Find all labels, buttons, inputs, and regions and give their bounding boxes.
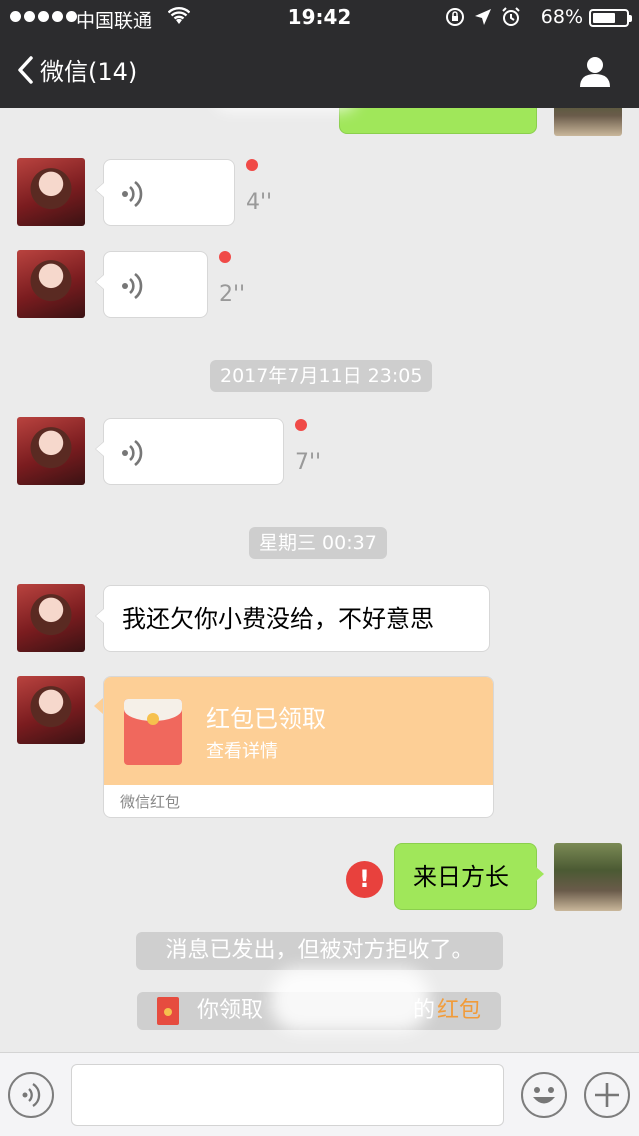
input-bar — [0, 1052, 639, 1136]
top-bar: 中国联通 19:42 68% 微信(14) — [0, 0, 639, 108]
blur-overlay — [215, 108, 355, 110]
unread-dot — [219, 251, 231, 263]
text-message[interactable]: 我还欠你小费没给，不好意思 — [95, 585, 490, 652]
location-icon — [475, 9, 491, 25]
message-text: 来日方长 — [413, 863, 509, 891]
status-bar: 中国联通 19:42 68% — [0, 0, 639, 34]
voice-wave-icon — [22, 1083, 41, 1107]
unread-dot — [246, 159, 258, 171]
voice-wave-icon — [122, 272, 143, 300]
my-avatar[interactable] — [554, 843, 622, 911]
voice-duration: 2'' — [219, 282, 246, 307]
alarm-icon — [502, 7, 520, 26]
battery-level — [593, 13, 615, 23]
voice-duration: 7'' — [295, 450, 322, 475]
send-failed-icon[interactable]: ! — [346, 861, 383, 898]
voice-duration: 4'' — [246, 190, 273, 215]
emoji-button[interactable] — [521, 1072, 567, 1118]
blur-overlay — [270, 968, 430, 1032]
red-envelope-icon — [124, 699, 182, 765]
red-packet-title: 红包已领取 — [206, 705, 326, 733]
voice-wave-icon — [122, 439, 143, 467]
timestamp: 星期三 00:37 — [249, 527, 387, 559]
voice-message[interactable] — [95, 159, 235, 226]
sent-message-partial[interactable] — [339, 108, 537, 134]
rotation-lock-icon — [446, 8, 464, 26]
voice-wave-icon — [122, 180, 143, 208]
more-button[interactable] — [584, 1072, 630, 1118]
red-packet-link[interactable]: 红包 — [437, 997, 481, 1025]
chat-area[interactable]: 4'' 2'' 2017年7月11日 23:05 7'' 星期三 00:37 我… — [0, 108, 639, 1052]
contact-avatar[interactable] — [17, 584, 85, 652]
notice-prefix: 你领取 — [197, 998, 264, 1023]
message-text: 我还欠你小费没给，不好意思 — [122, 605, 434, 633]
back-label: 微信(14) — [40, 58, 138, 86]
battery-icon — [589, 9, 632, 27]
contact-avatar[interactable] — [17, 158, 85, 226]
contact-avatar[interactable] — [17, 676, 85, 744]
voice-message[interactable] — [95, 251, 208, 318]
voice-input-button[interactable] — [8, 1072, 54, 1118]
message-input[interactable] — [71, 1064, 504, 1126]
red-packet-icon — [157, 997, 179, 1025]
person-icon[interactable] — [577, 54, 613, 90]
back-button[interactable]: 微信(14) — [16, 52, 137, 87]
red-packet-message[interactable]: 红包已领取 查看详情 微信红包 — [103, 676, 494, 818]
plus-icon — [595, 1083, 619, 1107]
system-notice: 消息已发出，但被对方拒收了。 — [136, 932, 503, 970]
contact-avatar[interactable] — [17, 250, 85, 318]
battery-percentage: 68% — [540, 6, 583, 28]
timestamp: 2017年7月11日 23:05 — [210, 360, 433, 392]
red-packet-footer: 微信红包 — [120, 793, 181, 811]
unread-dot — [295, 419, 307, 431]
sent-message[interactable]: 来日方长 — [394, 843, 544, 910]
voice-message[interactable] — [95, 418, 284, 485]
my-avatar[interactable] — [554, 108, 622, 136]
nav-bar: 微信(14) — [0, 34, 639, 108]
chevron-left-icon — [18, 55, 33, 84]
red-packet-subtitle: 查看详情 — [206, 741, 278, 762]
smiley-icon — [533, 1087, 555, 1104]
contact-avatar[interactable] — [17, 417, 85, 485]
